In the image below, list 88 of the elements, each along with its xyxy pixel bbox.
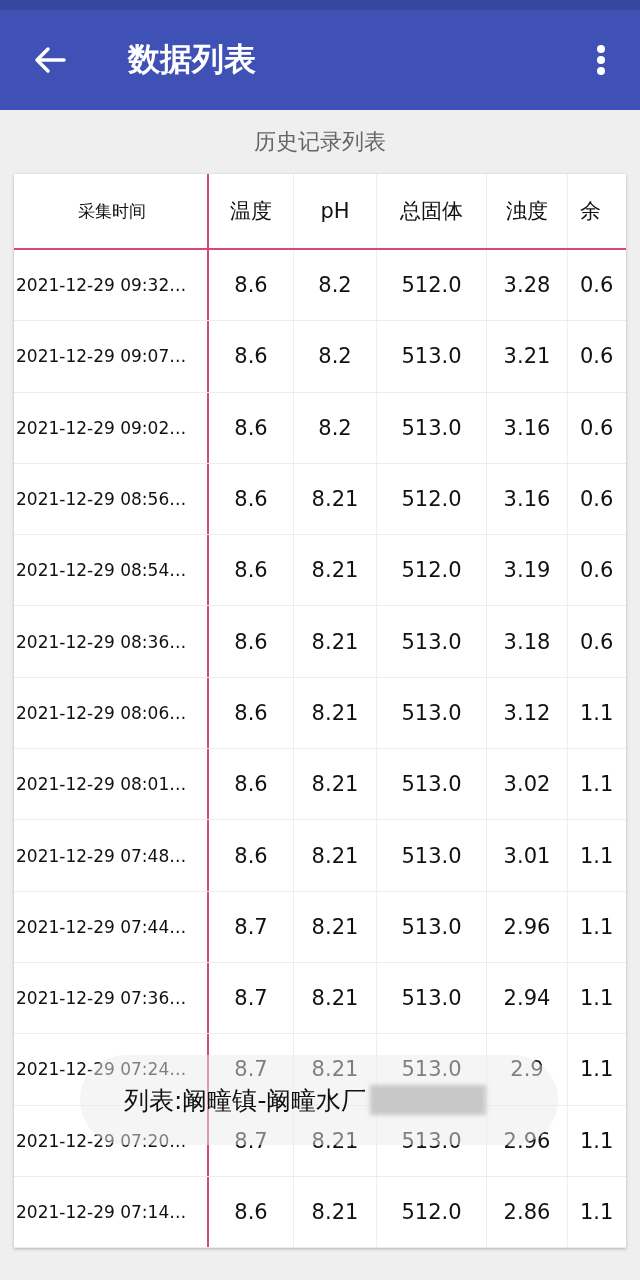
table-cell: 8.2 [294, 250, 377, 321]
table-cell: 8.6 [209, 606, 294, 677]
table-cell-text: 1.1 [579, 842, 615, 870]
table-cell: 513.0 [377, 820, 487, 891]
table-cell: 3.01 [487, 820, 568, 891]
table-cell: 8.2 [294, 321, 377, 392]
table-cell: 3.16 [487, 392, 568, 463]
table-cell-text: 1.1 [579, 771, 615, 799]
table-cell: 8.6 [209, 392, 294, 463]
column-header: pH [294, 174, 377, 248]
column-header: 温度 [209, 174, 294, 248]
more-icon [596, 44, 606, 76]
table-cell: 2021-12-29 08:56… [14, 463, 209, 535]
table-cell-text: 1.1 [579, 1127, 615, 1155]
table-cell: 8.21 [294, 535, 377, 606]
table-cell: 2021-12-29 08:06… [14, 677, 209, 749]
table-cell: 8.21 [294, 677, 377, 749]
table-cell: 8.21 [294, 891, 377, 962]
table-cell: 2021-12-29 08:54… [14, 535, 209, 606]
table-cell: 513.0 [377, 677, 487, 749]
more-button[interactable] [596, 44, 606, 76]
table-cell: 513.0 [377, 392, 487, 463]
table-cell: 3.21 [487, 321, 568, 392]
table-cell: 512.0 [377, 535, 487, 606]
table-cell-text: 0.6 [579, 628, 615, 656]
table-cell: 512.0 [377, 463, 487, 535]
table-cell: 8.6 [209, 677, 294, 749]
table-cell: 8.21 [294, 1176, 377, 1248]
table-cell: 8.6 [209, 535, 294, 606]
table-cell: 8.21 [294, 463, 377, 535]
table-cell: 513.0 [377, 321, 487, 392]
table-cell: 8.7 [209, 962, 294, 1034]
table-cell-text: 1.1 [579, 1056, 615, 1084]
table-cell: 8.6 [209, 749, 294, 820]
table-cell-text: 0.6 [579, 343, 615, 371]
back-arrow-icon [34, 46, 66, 74]
table-cell: 513.0 [377, 606, 487, 677]
table-cell: 513.0 [377, 891, 487, 962]
table-cell-text: 1.1 [579, 985, 615, 1013]
table-cell-text: 0.6 [579, 272, 615, 300]
table-cell: 2021-12-29 07:14… [14, 1176, 209, 1248]
table-cell-text: 0.6 [579, 414, 615, 442]
table-cell: 8.2 [294, 392, 377, 463]
table-cell: 2021-12-29 07:44… [14, 891, 209, 962]
table-cell: 8.21 [294, 962, 377, 1034]
table-cell: 2.9 [487, 1034, 568, 1105]
table-cell: 8.6 [209, 820, 294, 891]
table-cell-text: 0.6 [579, 557, 615, 585]
table-cell: 2021-12-29 09:32… [14, 250, 209, 321]
table-cell: 3.12 [487, 677, 568, 749]
table-cell: 2021-12-29 07:36… [14, 962, 209, 1034]
table-cell: 2.86 [487, 1176, 568, 1248]
table-cell: 8.21 [294, 749, 377, 820]
table-cell: 2021-12-29 09:02… [14, 392, 209, 463]
table-cell: 2.96 [487, 1105, 568, 1176]
table-cell: 513.0 [377, 749, 487, 820]
screen-title: 数据列表 [128, 39, 256, 80]
table-cell: 2021-12-29 08:01… [14, 749, 209, 820]
column-header: 浊度 [487, 174, 568, 248]
table-cell: 512.0 [377, 250, 487, 321]
table-cell: 2021-12-29 09:07… [14, 321, 209, 392]
table-cell: 513.0 [377, 962, 487, 1034]
column-header: 余 [579, 198, 602, 225]
table-cell: 3.16 [487, 463, 568, 535]
table-cell: 3.02 [487, 749, 568, 820]
table-cell: 8.6 [209, 250, 294, 321]
table-cell: 3.28 [487, 250, 568, 321]
table-cell: 8.6 [209, 321, 294, 392]
table-cell: 8.21 [294, 820, 377, 891]
column-header: 总固体 [377, 174, 487, 248]
column-header: 采集时间 [14, 174, 209, 248]
table-cell: 3.19 [487, 535, 568, 606]
table-cell-text: 1.1 [579, 1199, 615, 1226]
table-cell: 8.21 [294, 606, 377, 677]
table-cell: 2.94 [487, 962, 568, 1034]
table-cell: 8.6 [209, 1176, 294, 1248]
table-cell-text: 1.1 [579, 699, 615, 727]
table-cell: 2021-12-29 07:48… [14, 820, 209, 891]
table-cell: 3.18 [487, 606, 568, 677]
table-cell: 2.96 [487, 891, 568, 962]
list-subtitle: 历史记录列表 [254, 128, 386, 156]
table-cell-text: 1.1 [579, 913, 615, 941]
back-button[interactable] [34, 46, 66, 74]
table-cell: 8.6 [209, 463, 294, 535]
table-cell: 512.0 [377, 1176, 487, 1248]
table-cell: 2021-12-29 08:36… [14, 606, 209, 677]
table-cell: 8.7 [209, 891, 294, 962]
table-cell-text: 0.6 [579, 486, 615, 514]
